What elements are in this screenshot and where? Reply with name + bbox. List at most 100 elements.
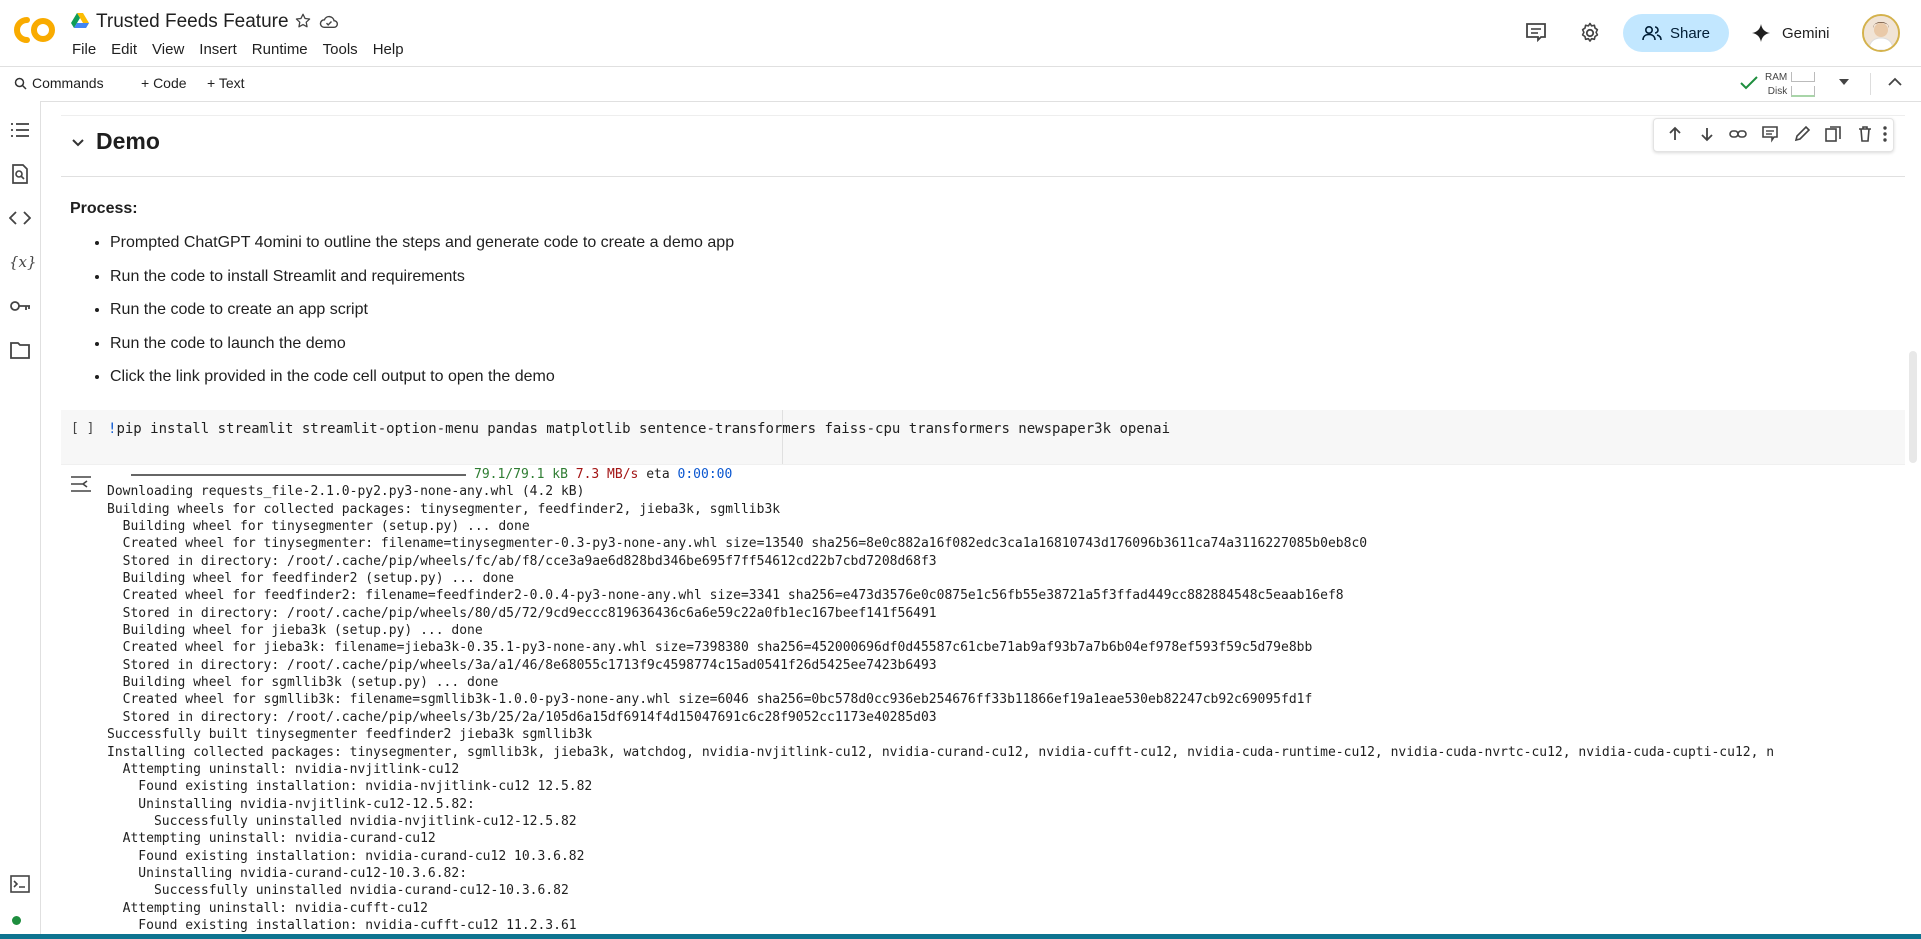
move-up-icon[interactable] <box>1666 125 1684 143</box>
menu-tools[interactable]: Tools <box>323 41 366 58</box>
output-line: Found existing installation: nvidia-nvji… <box>107 779 593 795</box>
search-icon <box>14 77 27 90</box>
gemini-sparkle-icon <box>1752 24 1770 42</box>
terminal-icon[interactable] <box>10 875 30 893</box>
gemini-label: Gemini <box>1782 24 1830 42</box>
menu-help[interactable]: Help <box>373 41 412 58</box>
vertical-scrollbar[interactable] <box>1909 351 1917 463</box>
code-snippets-icon[interactable] <box>9 207 31 229</box>
list-item: Run the code to create an app script <box>110 293 734 327</box>
progress-bar <box>131 473 466 476</box>
menu-file[interactable]: File <box>72 41 104 58</box>
colab-logo[interactable] <box>14 13 56 47</box>
list-item: Click the link provided in the code cell… <box>110 360 734 394</box>
output-line: Created wheel for tinysegmenter: filenam… <box>107 536 1368 552</box>
eta-label: eta <box>646 467 670 482</box>
output-line: Attempting uninstall: nvidia-curand-cu12 <box>107 831 436 847</box>
list-item: Run the code to install Streamlit and re… <box>110 260 734 294</box>
link-icon[interactable] <box>1729 125 1747 143</box>
text-cell-heading: Process: <box>70 200 138 217</box>
output-line: Building wheels for collected packages: … <box>107 501 781 517</box>
google-drive-icon <box>71 13 89 28</box>
toolbar-divider <box>1870 73 1871 95</box>
output-line: Stored in directory: /root/.cache/pip/wh… <box>107 605 937 621</box>
cloud-saved-icon[interactable] <box>319 13 339 30</box>
move-down-icon[interactable] <box>1698 125 1716 143</box>
output-line: Created wheel for jieba3k: filename=jieb… <box>107 640 1313 656</box>
find-replace-icon[interactable] <box>9 163 31 185</box>
output-line: Attempting uninstall: nvidia-nvjitlink-c… <box>107 761 460 777</box>
resources-indicator[interactable]: RAM Disk <box>1765 71 1816 99</box>
cell-output: 79.1/79.1 kB 7.3 MB/s eta 0:00:00 Downloa… <box>107 466 1774 934</box>
add-code-label: + Code <box>141 75 187 91</box>
output-actions-icon[interactable] <box>70 475 92 493</box>
commands-button[interactable]: Commands <box>14 75 104 91</box>
output-line: Created wheel for sgmllib3k: filename=sg… <box>107 692 1313 708</box>
add-text-button[interactable]: + Text <box>207 75 245 91</box>
output-line: Building wheel for sgmllib3k (setup.py) … <box>107 675 499 691</box>
menu-view[interactable]: View <box>152 41 192 58</box>
gemini-button[interactable]: Gemini <box>1752 14 1830 52</box>
section-title: Demo <box>96 128 160 154</box>
files-folder-icon[interactable] <box>9 339 31 361</box>
process-steps-list: Prompted ChatGPT 4omini to outline the s… <box>70 226 734 394</box>
output-line: Building wheel for feedfinder2 (setup.py… <box>107 571 514 587</box>
code-cell[interactable]: [ ] !pip install streamlit streamlit-opt… <box>61 410 1905 465</box>
list-item: Prompted ChatGPT 4omini to outline the s… <box>110 226 734 260</box>
output-line: Uninstalling nvidia-curand-cu12-10.3.6.8… <box>107 865 468 881</box>
output-line: Downloading requests_file-2.1.0-py2.py3-… <box>107 484 585 500</box>
mirror-cell-icon[interactable] <box>1824 125 1842 143</box>
connected-check-icon[interactable] <box>1740 76 1758 90</box>
secrets-key-icon[interactable] <box>9 295 31 317</box>
commands-label: Commands <box>32 75 104 91</box>
variables-icon[interactable]: {x} <box>9 251 37 273</box>
table-of-contents-icon[interactable] <box>9 119 31 141</box>
edit-icon[interactable] <box>1793 125 1811 143</box>
output-line: Successfully uninstalled nvidia-nvjitlin… <box>107 813 577 829</box>
output-line: Successfully uninstalled nvidia-curand-c… <box>107 883 569 899</box>
add-code-button[interactable]: + Code <box>141 75 187 91</box>
output-line: Created wheel for feedfinder2: filename=… <box>107 588 1344 604</box>
star-icon[interactable] <box>294 12 312 30</box>
settings-gear-icon[interactable] <box>1578 21 1602 45</box>
output-line: Uninstalling nvidia-nvjitlink-cu12-12.5.… <box>107 796 475 812</box>
code-text: pip install streamlit streamlit-option-m… <box>116 421 1171 437</box>
menu-edit[interactable]: Edit <box>111 41 145 58</box>
disk-meter <box>1791 85 1816 97</box>
output-line: Successfully built tinysegmenter feedfin… <box>107 727 593 743</box>
ram-meter <box>1791 72 1816 83</box>
runtime-dropdown-icon[interactable] <box>1839 79 1849 87</box>
download-progress-line: 79.1/79.1 kB 7.3 MB/s eta 0:00:00 <box>107 466 1774 483</box>
progress-rate: 7.3 MB/s <box>575 467 639 482</box>
menu-runtime[interactable]: Runtime <box>252 41 316 58</box>
list-item: Run the code to launch the demo <box>110 327 734 361</box>
progress-size: 79.1/79.1 kB <box>474 467 568 482</box>
people-icon <box>1642 25 1662 41</box>
left-side-rail: {x} <box>0 101 41 939</box>
code-editor[interactable]: !pip install streamlit streamlit-option-… <box>108 421 1170 437</box>
avatar-portrait-icon <box>1864 16 1898 50</box>
user-avatar[interactable] <box>1862 14 1900 52</box>
notebook-title[interactable]: Trusted Feeds Feature <box>96 11 289 33</box>
share-button[interactable]: Share <box>1623 14 1729 52</box>
output-line: Building wheel for tinysegmenter (setup.… <box>107 519 530 535</box>
runtime-status-dot <box>12 916 21 925</box>
progress-eta: 0:00:00 <box>677 467 733 482</box>
notebook-toolbar: Commands + Code + Text RAM Disk <box>0 66 1921 102</box>
output-line: Attempting uninstall: nvidia-cufft-cu12 <box>107 900 428 916</box>
output-lines: Downloading requests_file-2.1.0-py2.py3-… <box>107 483 1774 934</box>
output-line: Building wheel for jieba3k (setup.py) ..… <box>107 623 483 639</box>
more-vert-icon[interactable] <box>1882 125 1888 143</box>
chevron-down-icon[interactable] <box>71 136 85 150</box>
disk-label: Disk <box>1767 86 1788 97</box>
section-header[interactable]: Demo <box>61 115 1905 177</box>
comments-icon[interactable] <box>1525 22 1547 42</box>
share-label: Share <box>1669 24 1711 42</box>
comment-icon[interactable] <box>1761 125 1779 143</box>
run-cell-button[interactable]: [ ] <box>71 421 94 436</box>
editor-ruler <box>782 410 783 464</box>
notebook-content: Demo Process: Prompted ChatGPT 4omini to… <box>41 101 1921 939</box>
menu-insert[interactable]: Insert <box>199 41 245 58</box>
delete-icon[interactable] <box>1856 125 1874 143</box>
collapse-header-icon[interactable] <box>1888 77 1902 87</box>
